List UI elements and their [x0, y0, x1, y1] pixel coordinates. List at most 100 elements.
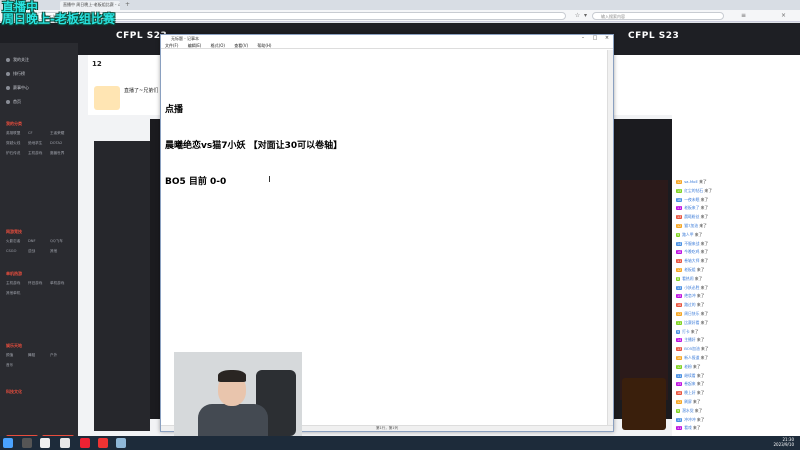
sidebar-link[interactable]: DOTA2	[50, 140, 72, 147]
sidebar-group-tech[interactable]: 科技文化	[6, 389, 22, 395]
sidebar-link[interactable]: 单机游戏	[50, 280, 72, 287]
sidebar-link[interactable]: DNF	[28, 238, 50, 245]
dropdown-icon[interactable]: ▾	[582, 12, 589, 20]
chat-username[interactable]: 主播好	[684, 337, 697, 342]
sidebar-link[interactable]: 主机游戏	[28, 150, 50, 157]
event-logo-right[interactable]: CFPL S23	[628, 31, 679, 41]
sidebar-link[interactable]: CF	[28, 130, 50, 137]
chat-username[interactable]: 绝恋冲	[684, 293, 697, 298]
sidebar-link[interactable]: CSGO	[6, 248, 28, 255]
chat-username[interactable]: 不服来战	[684, 241, 700, 246]
sidebar-link[interactable]: 火影忍者	[6, 238, 28, 245]
chat-username[interactable]: 新人报道	[684, 355, 700, 360]
chat-username[interactable]: 小妖必胜	[684, 285, 700, 290]
url-input[interactable]: https://www.douyu.com/4615907?...	[36, 12, 566, 20]
game-client-icon[interactable]	[98, 438, 108, 448]
chat-username[interactable]: BO5加油	[684, 346, 701, 351]
sidebar-group-esports[interactable]: 网游竞技	[6, 229, 22, 235]
sidebar-link[interactable]: 绝地求生	[28, 140, 50, 147]
user-level-badge: 12	[676, 400, 683, 404]
chat-username[interactable]: 路过的	[684, 302, 697, 307]
sidebar-grid-single: 主机游戏 怀旧游戏 单机游戏 其他单机	[6, 280, 74, 300]
chat-username[interactable]: 看热闹	[682, 276, 695, 281]
app-icon[interactable]	[22, 438, 32, 448]
chat-username[interactable]: 路人甲	[682, 232, 695, 237]
chat-text: 来了	[700, 258, 709, 264]
chat-username[interactable]: 老板组	[684, 267, 697, 272]
sidebar-link[interactable]: 英雄联盟	[6, 130, 28, 137]
chat-username[interactable]: 冲冲冲	[684, 417, 697, 422]
sidebar-group-single[interactable]: 单机热游	[6, 271, 22, 277]
chat-username[interactable]: 一夜未眠	[684, 197, 700, 202]
chat-username[interactable]: 红尘的钻石	[684, 188, 704, 193]
chat-message: 15 红尘的钻石 来了	[676, 188, 712, 194]
menu-icon[interactable]: ≡	[740, 12, 747, 20]
sidebar-link[interactable]: 舞蹈	[28, 352, 50, 359]
chat-username[interactable]: 猫7加油	[684, 223, 699, 228]
chat-username[interactable]: 刷屏	[684, 399, 693, 404]
sidebar-link[interactable]: 王者荣耀	[50, 130, 72, 137]
sidebar-item-follow[interactable]: 我的关注	[6, 57, 29, 63]
chat-username[interactable]: 比赛好看	[684, 320, 700, 325]
sidebar-link[interactable]: 主机游戏	[6, 280, 28, 287]
streamer-avatar[interactable]	[94, 86, 120, 110]
close-icon[interactable]: ×	[601, 35, 613, 42]
chat-username[interactable]: sa-MoE	[684, 179, 699, 184]
sidebar-link[interactable]: 穿越火线	[6, 140, 28, 147]
sidebar-item-rank[interactable]: 排行榜	[6, 71, 25, 77]
side-ad-banner[interactable]	[620, 180, 668, 400]
sidebar-link[interactable]: 户外	[50, 352, 72, 359]
sidebar-link[interactable]: 魔兽世界	[50, 150, 72, 157]
chat-username[interactable]: 潜水党	[682, 408, 695, 413]
chat-username[interactable]: 卷起来	[684, 381, 697, 386]
chat-username[interactable]: 晚上好	[684, 390, 697, 395]
obs-icon[interactable]	[80, 438, 90, 448]
minimize-icon[interactable]: –	[577, 35, 589, 42]
notepad-scrollbar[interactable]	[607, 50, 613, 426]
fan-rank-panel	[672, 95, 800, 175]
chat-text: 来了	[696, 337, 705, 343]
chat-username[interactable]: 老粉	[684, 364, 693, 369]
start-icon[interactable]	[3, 438, 13, 448]
browser-tab-bar: 直播中 周日晚上-老板组比赛 - 斗鱼 +	[0, 0, 800, 10]
menu-file[interactable]: 文件(F)	[165, 43, 178, 48]
menu-help[interactable]: 帮助(H)	[257, 43, 271, 48]
user-level-badge: 13	[676, 285, 683, 290]
chat-username[interactable]: 继续看	[684, 373, 697, 378]
home-icon	[6, 100, 10, 104]
sidebar-link[interactable]: 音乐	[6, 362, 28, 369]
maximize-icon[interactable]: □	[589, 35, 601, 42]
menu-edit[interactable]: 编辑(E)	[188, 43, 202, 48]
close-icon[interactable]: ×	[780, 12, 787, 20]
chat-username[interactable]: 打卡	[682, 329, 691, 334]
notepad-line: 晨曦绝恋vs猫7小妖 【对面让30可以卷轴】	[165, 141, 343, 151]
sidebar-item-home[interactable]: 首页	[6, 99, 21, 105]
sidebar-link[interactable]: 其他单机	[6, 290, 28, 297]
sidebar-group-mine[interactable]: 我的分类	[6, 121, 22, 127]
chat-username[interactable]: 今晚吃鸡	[684, 249, 700, 254]
sidebar-link[interactable]: 其他	[50, 248, 72, 255]
sidebar-link[interactable]: QQ飞车	[50, 238, 72, 245]
new-tab-icon[interactable]: +	[124, 1, 131, 9]
sidebar-link[interactable]: 颜值	[6, 352, 28, 359]
menu-view[interactable]: 查看(V)	[234, 43, 248, 48]
browser-search-input[interactable]: 输入搜索内容	[592, 12, 724, 20]
browser-icon[interactable]	[40, 438, 50, 448]
promo-gift-card[interactable]	[622, 378, 666, 430]
sidebar-link[interactable]: 逆战	[28, 248, 50, 255]
chrome-icon[interactable]	[60, 438, 70, 448]
chat-username[interactable]: 看戏	[684, 425, 693, 430]
sidebar-item-events[interactable]: 赛事中心	[6, 85, 29, 91]
chat-message: 14 主播好 来了	[676, 337, 704, 343]
menu-format[interactable]: 格式(O)	[211, 43, 225, 48]
chat-username[interactable]: 卷轴大师	[684, 258, 700, 263]
chat-username[interactable]: 晨曦粉丝	[684, 214, 700, 219]
chat-username[interactable]: 老板来了	[684, 205, 700, 210]
sidebar-link[interactable]: 怀旧游戏	[28, 280, 50, 287]
sidebar-link[interactable]: 炉石传说	[6, 150, 28, 157]
sidebar-group-fun[interactable]: 娱乐天地	[6, 343, 22, 349]
star-icon[interactable]: ☆	[574, 12, 581, 20]
follow-count[interactable]: 12	[92, 60, 102, 68]
notepad-icon[interactable]	[116, 438, 126, 448]
chat-username[interactable]: 周日快乐	[684, 311, 700, 316]
